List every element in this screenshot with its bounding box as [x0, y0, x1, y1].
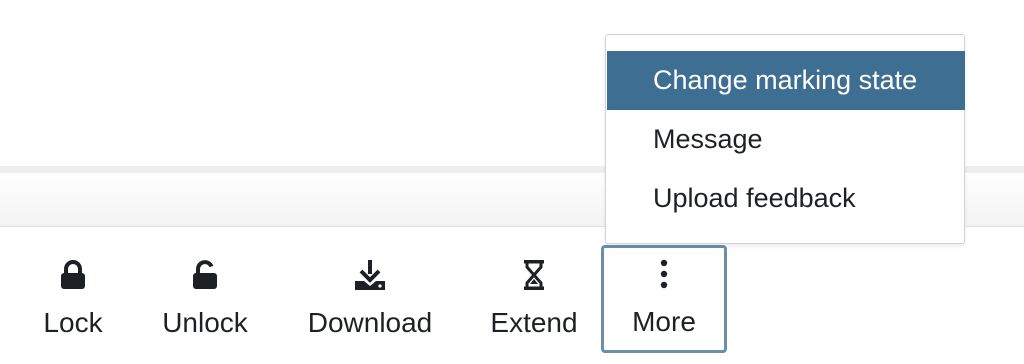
hourglass-icon	[517, 258, 551, 292]
page: Lock Unlock Download Extend More Change …	[0, 0, 1024, 364]
extend-button[interactable]: Extend	[482, 246, 586, 354]
more-button[interactable]: More	[601, 245, 727, 353]
lock-icon	[56, 258, 90, 292]
unlock-button[interactable]: Unlock	[150, 246, 260, 354]
lock-button[interactable]: Lock	[30, 246, 116, 354]
vertical-ellipsis-icon	[647, 257, 681, 291]
extend-label: Extend	[490, 307, 578, 338]
download-button[interactable]: Download	[296, 246, 444, 354]
download-icon	[353, 258, 387, 292]
more-dropdown-menu: Change marking state Message Upload feed…	[605, 34, 965, 244]
menu-item-message[interactable]: Message	[607, 110, 965, 169]
more-label: More	[632, 306, 696, 337]
unlock-icon	[188, 258, 222, 292]
menu-item-upload-feedback[interactable]: Upload feedback	[607, 169, 965, 228]
download-label: Download	[307, 307, 433, 338]
menu-item-change-marking-state[interactable]: Change marking state	[607, 51, 965, 110]
lock-label: Lock	[43, 307, 103, 338]
unlock-label: Unlock	[162, 307, 248, 338]
